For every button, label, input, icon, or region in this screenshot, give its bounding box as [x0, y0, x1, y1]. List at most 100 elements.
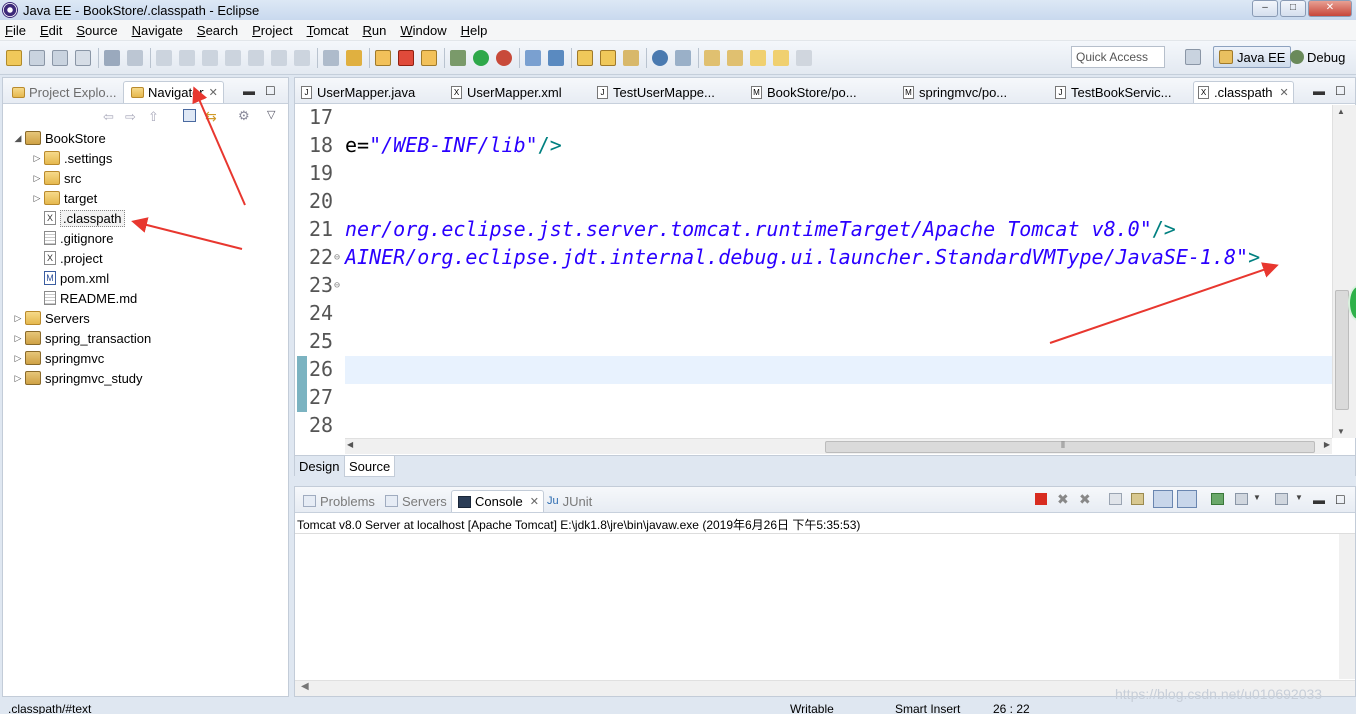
annotation-icon[interactable]: [675, 49, 691, 66]
tab-project-explorer[interactable]: Project Explo...: [5, 81, 121, 103]
close-icon[interactable]: ✕: [530, 495, 539, 508]
tab-source[interactable]: Source: [344, 456, 396, 477]
link-editor-icon[interactable]: ⇆: [205, 108, 217, 125]
filters-icon[interactable]: ⚙: [238, 108, 250, 124]
server-icon[interactable]: [104, 49, 120, 66]
editor-tab[interactable]: J TestUserMappe...: [593, 81, 719, 103]
globe-icon[interactable]: [652, 49, 668, 66]
fold-icon[interactable]: ⊖: [334, 252, 340, 263]
collapsed-icon[interactable]: ▷: [32, 153, 42, 164]
up-nav-icon[interactable]: ⇧: [148, 109, 159, 125]
view-menu-icon[interactable]: ▽: [267, 108, 275, 121]
fold-icon[interactable]: ⊖: [334, 280, 340, 291]
new-server-icon[interactable]: [525, 49, 541, 66]
console-vertical-scrollbar[interactable]: [1339, 534, 1355, 679]
scroll-down-icon[interactable]: ▼: [1337, 427, 1345, 436]
next-annotation-icon[interactable]: [704, 49, 720, 66]
menu-edit[interactable]: Edit: [40, 23, 62, 38]
remove-launch-icon[interactable]: ✖: [1057, 491, 1069, 508]
scroll-lock-icon[interactable]: [1131, 493, 1144, 505]
back-nav-icon[interactable]: ⇦: [103, 109, 114, 125]
clear-console-icon[interactable]: [1109, 493, 1122, 505]
new-class-icon[interactable]: [548, 49, 564, 66]
editor-tab[interactable]: M springmvc/po...: [899, 81, 1011, 103]
tab-design[interactable]: Design: [295, 456, 343, 477]
save-icon[interactable]: [29, 49, 45, 66]
tree-item-readme[interactable]: README.md: [3, 288, 288, 308]
terminate-console-icon[interactable]: [1035, 493, 1047, 505]
show-stdout-icon[interactable]: [1153, 490, 1173, 508]
tomcat-stop-icon[interactable]: [398, 49, 414, 66]
menu-source[interactable]: Source: [76, 23, 117, 38]
pin-console-icon[interactable]: [1211, 493, 1224, 505]
open-console-icon[interactable]: [1275, 493, 1288, 505]
tab-junit[interactable]: Ju JUnit: [543, 490, 596, 512]
tree-item-classpath[interactable]: X .classpath: [3, 208, 288, 228]
nav-forward-icon[interactable]: [796, 49, 812, 66]
tree-item-bookstore[interactable]: ◢ BookStore: [3, 128, 288, 148]
editor-tab[interactable]: J UserMapper.java: [297, 81, 419, 103]
tree-item-servers[interactable]: ▷ Servers: [3, 308, 288, 328]
forward-nav-icon[interactable]: ⇨: [125, 109, 136, 125]
debug-icon[interactable]: [450, 49, 466, 66]
disconnect-icon[interactable]: [225, 49, 241, 66]
menu-tomcat[interactable]: Tomcat: [307, 23, 349, 38]
menu-navigate[interactable]: Navigate: [132, 23, 183, 38]
show-stderr-icon[interactable]: [1177, 490, 1197, 508]
maximize-button[interactable]: □: [1280, 0, 1306, 17]
toggle-icon[interactable]: [127, 49, 143, 66]
tree-item-src[interactable]: ▷ src: [3, 168, 288, 188]
collapsed-icon[interactable]: ▷: [13, 333, 23, 344]
open-perspective-icon[interactable]: [1185, 49, 1201, 65]
collapsed-icon[interactable]: ▷: [32, 193, 42, 204]
tree-item-springmvc[interactable]: ▷ springmvc: [3, 348, 288, 368]
tree-item-spring-transaction[interactable]: ▷ spring_transaction: [3, 328, 288, 348]
menu-window[interactable]: Window: [400, 23, 446, 38]
tab-navigator[interactable]: Navigator ✕: [123, 81, 224, 103]
editor-tab-active[interactable]: X .classpath ✕: [1193, 81, 1294, 103]
perspective-debug-button[interactable]: Debug: [1290, 46, 1345, 68]
minimize-view-icon[interactable]: ▬: [1313, 84, 1325, 98]
step-into-icon[interactable]: [248, 49, 264, 66]
step-return-icon[interactable]: [294, 49, 310, 66]
maximize-view-icon[interactable]: ☐: [1335, 84, 1346, 98]
outline-icon[interactable]: [323, 49, 339, 66]
menu-search[interactable]: Search: [197, 23, 238, 38]
collapse-all-icon[interactable]: [183, 109, 196, 122]
editor-tab[interactable]: X UserMapper.xml: [447, 81, 566, 103]
resume-icon[interactable]: [156, 49, 172, 66]
menu-help[interactable]: Help: [461, 23, 488, 38]
scroll-up-icon[interactable]: ▲: [1337, 107, 1345, 116]
close-icon[interactable]: ✕: [1280, 86, 1289, 99]
code-editor[interactable]: 17 18 e="/WEB-INF/lib"/> 19 20 21 ner/or…: [295, 105, 1332, 438]
tree-item-target[interactable]: ▷ target: [3, 188, 288, 208]
dropdown-icon[interactable]: ▼: [1295, 493, 1303, 502]
horizontal-scroll-thumb[interactable]: ⦀: [825, 440, 1315, 453]
tomcat-start-icon[interactable]: [375, 49, 391, 66]
editor-tab[interactable]: J TestBookServic...: [1051, 81, 1175, 103]
maximize-view-icon[interactable]: ☐: [1335, 493, 1346, 507]
tree-item-settings[interactable]: ▷ .settings: [3, 148, 288, 168]
prev-annotation-icon[interactable]: [727, 49, 743, 66]
close-icon[interactable]: ✕: [209, 86, 218, 99]
run-external-icon[interactable]: [496, 49, 512, 66]
minimize-button[interactable]: ‒: [1252, 0, 1278, 17]
tab-console[interactable]: Console ✕: [451, 490, 544, 512]
menu-file[interactable]: File: [5, 23, 26, 38]
remove-all-icon[interactable]: ✖: [1079, 491, 1091, 508]
expanded-icon[interactable]: ◢: [13, 133, 23, 144]
search-tool-icon[interactable]: [623, 49, 639, 66]
tree-item-project[interactable]: X .project: [3, 248, 288, 268]
menu-run[interactable]: Run: [362, 23, 386, 38]
scroll-right-icon[interactable]: ▶: [1324, 440, 1330, 449]
editor-vertical-scrollbar[interactable]: ▲ ▼: [1332, 105, 1356, 438]
step-over-icon[interactable]: [271, 49, 287, 66]
tomcat-restart-icon[interactable]: [421, 49, 437, 66]
editor-tab[interactable]: M BookStore/po...: [747, 81, 861, 103]
collapsed-icon[interactable]: ▷: [13, 353, 23, 364]
editor-horizontal-scrollbar[interactable]: ◀ ⦀ ▶: [345, 438, 1332, 454]
back-icon[interactable]: [750, 49, 766, 66]
print-icon[interactable]: [75, 49, 91, 66]
collapsed-icon[interactable]: ▷: [13, 313, 23, 324]
menu-project[interactable]: Project: [252, 23, 292, 38]
